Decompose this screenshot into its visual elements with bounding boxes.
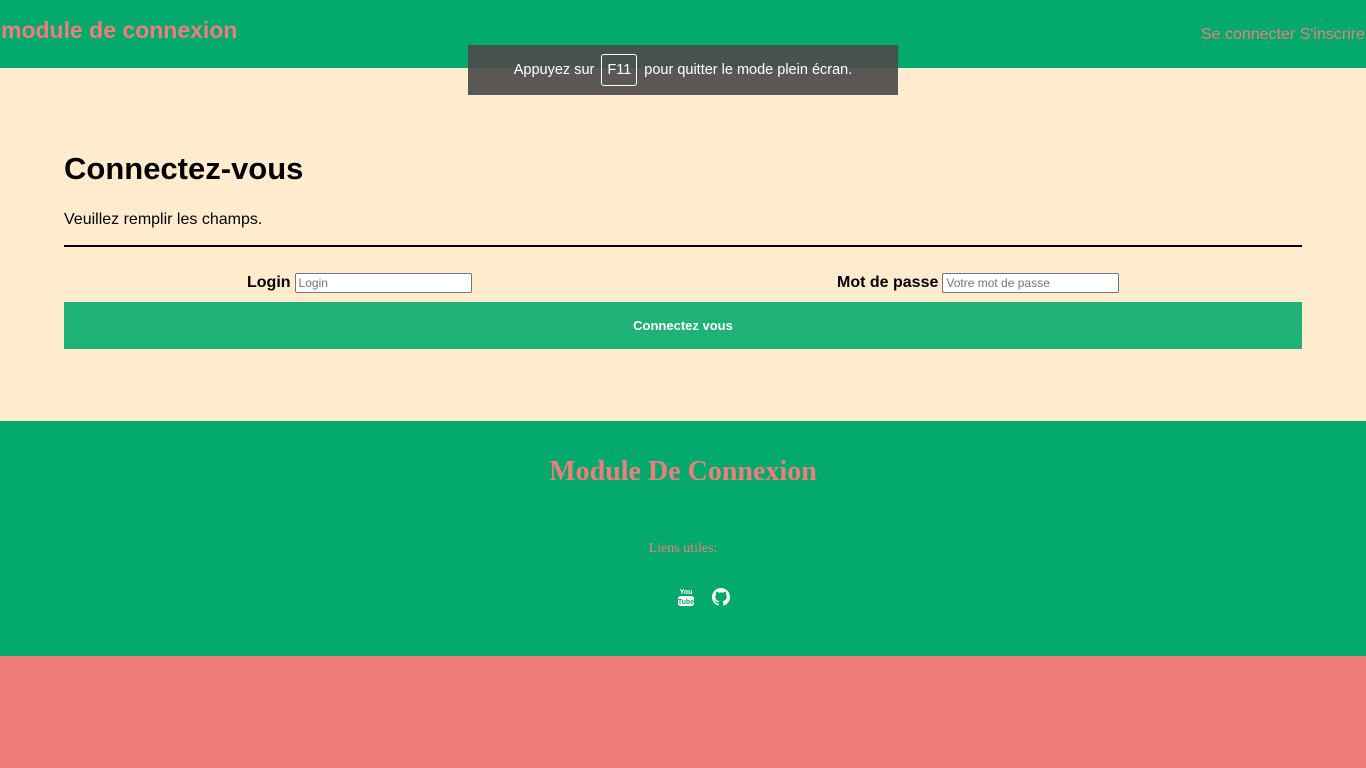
fullscreen-notice-prefix: Appuyez sur xyxy=(513,62,595,78)
github-icon[interactable] xyxy=(711,587,731,607)
bottom-band xyxy=(0,656,1366,768)
divider xyxy=(64,245,1302,247)
page-title: Connectez-vous xyxy=(64,151,304,186)
password-field-group: Mot de passe xyxy=(837,273,1120,293)
login-field-group: Login xyxy=(247,273,472,293)
svg-text:You: You xyxy=(680,589,693,596)
fullscreen-exit-notice: Appuyez sur F11 pour quitter le mode ple… xyxy=(468,45,898,95)
f11-key-badge: F11 xyxy=(601,54,638,86)
footer-title: Module De Connexion xyxy=(549,456,817,487)
login-label: Login xyxy=(247,274,291,291)
submit-login-button[interactable]: Connectez vous xyxy=(64,302,1302,349)
login-input[interactable] xyxy=(294,273,472,293)
password-label: Mot de passe xyxy=(837,274,939,291)
fullscreen-notice-suffix: pour quitter le mode plein écran. xyxy=(644,62,853,78)
header-nav: Se connecter S'inscrire xyxy=(1201,27,1365,43)
useful-links-label: Liens utiles: xyxy=(648,541,718,556)
login-section: Connectez-vous Veuillez remplir les cham… xyxy=(0,68,1366,421)
form-instructions: Veuillez remplir les champs. xyxy=(64,211,263,228)
nav-login-link[interactable]: Se connecter xyxy=(1201,26,1295,43)
youtube-icon[interactable]: You Tube xyxy=(676,587,696,607)
site-footer: Module De Connexion Liens utiles: You Tu… xyxy=(0,421,1366,656)
nav-signup-link[interactable]: S'inscrire xyxy=(1300,26,1365,43)
svg-text:Tube: Tube xyxy=(678,599,694,606)
password-input[interactable] xyxy=(942,273,1120,293)
site-title: module de connexion xyxy=(1,17,238,43)
